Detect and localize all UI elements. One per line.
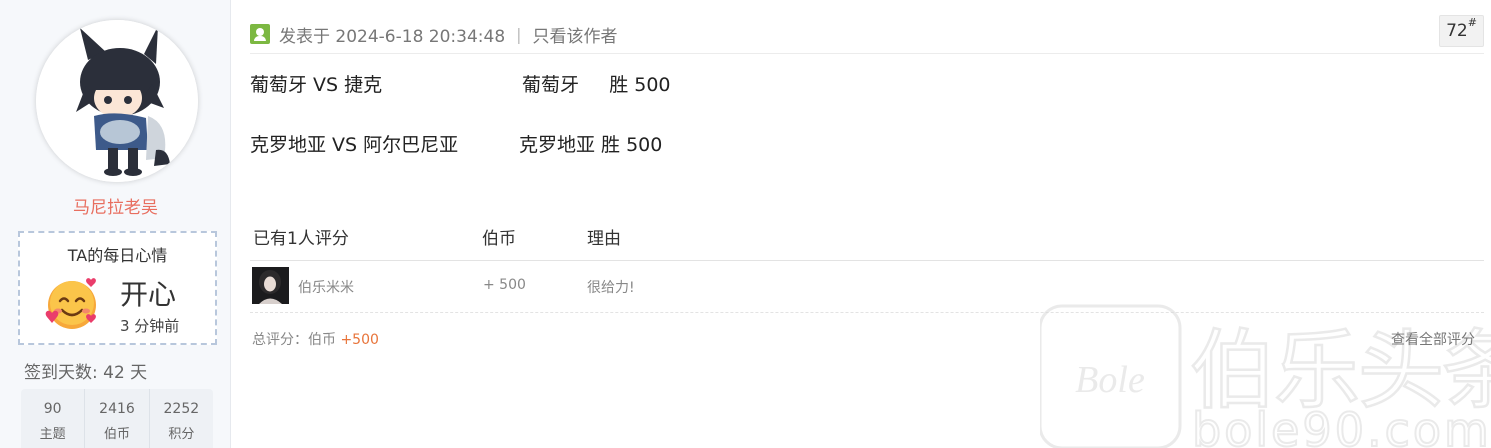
- stat-label: 主题: [39, 427, 66, 442]
- daily-mood-box: TA的每日心情 开心 3 分钟前: [18, 231, 217, 345]
- stat-label: 伯币: [103, 427, 130, 442]
- rater-reason: 很给力!: [587, 280, 635, 296]
- stat-value: 2416: [99, 401, 135, 417]
- rater-avatar[interactable]: [252, 267, 289, 304]
- watermark-logo: Bole: [1075, 359, 1145, 401]
- prediction-pick: 葡萄牙 胜 500: [522, 74, 671, 96]
- mood-title: TA的每日心情: [67, 246, 168, 265]
- total-score: 总评分：伯币 +500: [252, 329, 379, 349]
- total-score-label: 总评分：伯币: [252, 332, 341, 348]
- meta-separator: |: [516, 24, 522, 44]
- header-divider: [250, 53, 1484, 54]
- stat-topics[interactable]: 90 主题: [21, 389, 86, 448]
- floor-mark: #: [1467, 16, 1477, 29]
- post-meta: 发表于 2024-6-18 20:34:48 | 只看该作者: [250, 22, 618, 47]
- watermark-url: bole90.com: [1192, 403, 1491, 448]
- floor-number[interactable]: 72#: [1439, 15, 1484, 47]
- user-online-icon: [250, 24, 270, 44]
- signin-days: 签到天数: 42 天: [24, 363, 148, 383]
- stat-value: 90: [43, 401, 62, 417]
- stat-value: 2252: [163, 401, 200, 417]
- mood-name: 开心: [120, 278, 177, 311]
- prediction-match: 葡萄牙 VS 捷克: [250, 74, 383, 96]
- avatar[interactable]: [36, 20, 198, 182]
- rater-avatar-image: [252, 267, 289, 304]
- avatar-image: [36, 20, 198, 182]
- stat-coins[interactable]: 2416 伯币: [85, 389, 150, 448]
- rater-coin: + 500: [483, 277, 526, 293]
- rater-name[interactable]: 伯乐米米: [298, 277, 354, 297]
- prediction-match: 克罗地亚 VS 阿尔巴尼亚: [250, 134, 459, 156]
- rating-reason-header: 理由: [587, 229, 621, 249]
- rating-coin-header: 伯币: [482, 229, 516, 249]
- prediction-pick: 克罗地亚 胜 500: [519, 134, 663, 156]
- view-all-ratings-link[interactable]: 查看全部评分: [1391, 329, 1475, 349]
- smiling-face-with-hearts-icon: [45, 278, 96, 329]
- author-stats: 90 主题 2416 伯币 2252 积分: [21, 389, 213, 448]
- stat-label: 积分: [168, 427, 195, 442]
- floor-value: 72: [1446, 21, 1468, 41]
- mood-time: 3 分钟前: [120, 317, 180, 335]
- site-watermark: Bole 伯乐头条 bole90.com: [1040, 304, 1491, 448]
- view-author-only-link[interactable]: 只看该作者: [533, 22, 618, 47]
- rating-divider: [250, 260, 1484, 261]
- rating-count-header: 已有1人评分: [253, 229, 349, 249]
- author-sidebar: 马尼拉老吴 TA的每日心情 开心 3 分钟前 签到天数: 42 天 90 主题 …: [0, 0, 231, 448]
- author-username[interactable]: 马尼拉老吴: [0, 193, 231, 218]
- total-score-value: +500: [340, 332, 379, 348]
- stat-points[interactable]: 2252 积分: [150, 389, 213, 448]
- post-time: 发表于 2024-6-18 20:34:48: [279, 26, 506, 47]
